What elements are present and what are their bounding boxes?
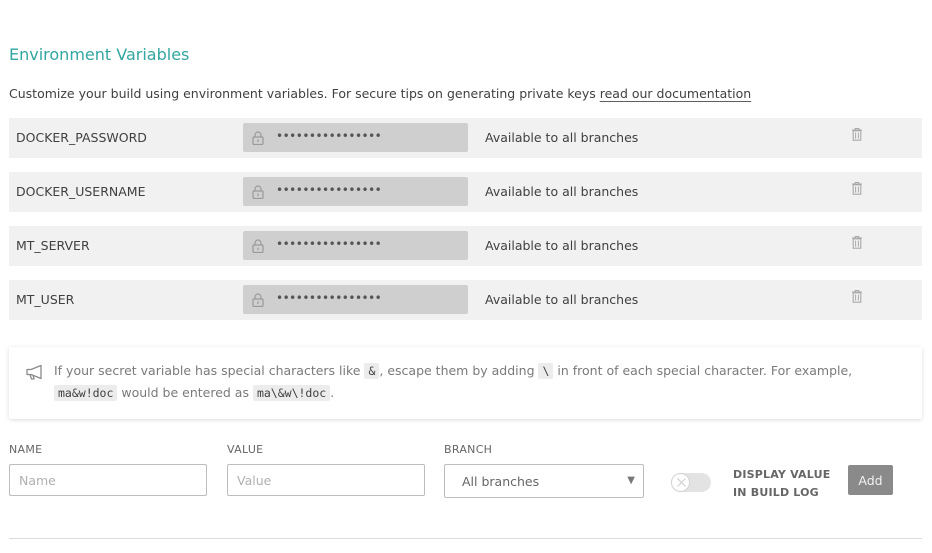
code-escaped-example: ma\&w\!doc	[252, 385, 331, 401]
code-backslash: \	[538, 363, 554, 379]
close-icon	[677, 478, 686, 487]
value-label: VALUE	[227, 443, 264, 456]
env-var-name: DOCKER_USERNAME	[16, 184, 146, 199]
section-title: Environment Variables	[9, 45, 190, 64]
lock-icon	[252, 293, 264, 307]
notice-text-part: would be entered as	[117, 385, 253, 400]
env-var-name: DOCKER_PASSWORD	[16, 130, 147, 145]
code-example: ma&w!doc	[54, 385, 118, 401]
env-var-masked-value: ••••••••••••••••	[243, 177, 468, 206]
trash-icon[interactable]	[851, 235, 863, 249]
dropdown-arrow-icon: ▼	[627, 475, 635, 486]
env-var-masked-value: ••••••••••••••••	[243, 285, 468, 314]
env-var-branch: Available to all branches	[485, 238, 639, 253]
env-var-branch: Available to all branches	[485, 292, 639, 307]
env-var-name: MT_SERVER	[16, 238, 90, 253]
env-var-name: MT_USER	[16, 292, 75, 307]
code-ampersand: &	[364, 363, 380, 379]
env-var-row: DOCKER_PASSWORD •••••••••••••••• Availab…	[9, 118, 922, 158]
notice-text-part: in front of each special character. For …	[553, 363, 853, 378]
trash-icon[interactable]	[851, 289, 863, 303]
name-input[interactable]	[9, 464, 207, 496]
masked-dots: ••••••••••••••••	[276, 237, 382, 251]
branch-select-value: All branches	[462, 474, 540, 489]
env-var-row: MT_SERVER •••••••••••••••• Available to …	[9, 226, 922, 266]
trash-icon[interactable]	[851, 181, 863, 195]
notice-text: If your secret variable has special char…	[54, 360, 909, 404]
megaphone-icon	[26, 364, 42, 380]
add-button[interactable]: Add	[848, 465, 893, 495]
masked-dots: ••••••••••••••••	[276, 291, 382, 305]
trash-icon[interactable]	[851, 127, 863, 141]
display-value-label: DISPLAY VALUE IN BUILD LOG	[733, 466, 833, 502]
notice-text-part: If your secret variable has special char…	[54, 363, 365, 378]
display-value-label-line1: DISPLAY VALUE	[733, 468, 831, 481]
env-var-branch: Available to all branches	[485, 130, 639, 145]
branch-select[interactable]: All branches ▼	[444, 464, 644, 498]
lock-icon	[252, 131, 264, 145]
lock-icon	[252, 185, 264, 199]
masked-dots: ••••••••••••••••	[276, 129, 382, 143]
env-var-masked-value: ••••••••••••••••	[243, 123, 468, 152]
name-label: NAME	[9, 443, 43, 456]
escape-characters-notice: If your secret variable has special char…	[9, 347, 922, 419]
env-var-masked-value: ••••••••••••••••	[243, 231, 468, 260]
section-divider	[9, 538, 922, 539]
notice-text-part: , escape them by adding	[379, 363, 539, 378]
toggle-knob	[671, 473, 690, 492]
masked-dots: ••••••••••••••••	[276, 183, 382, 197]
description-text: Customize your build using environment v…	[9, 86, 600, 101]
lock-icon	[252, 239, 264, 253]
env-var-row: DOCKER_USERNAME •••••••••••••••• Availab…	[9, 172, 922, 212]
notice-text-part: .	[330, 385, 335, 400]
env-var-row: MT_USER •••••••••••••••• Available to al…	[9, 280, 922, 320]
section-description: Customize your build using environment v…	[9, 86, 751, 101]
display-value-toggle[interactable]	[671, 473, 711, 492]
value-input[interactable]	[227, 464, 425, 496]
display-value-label-line2: IN BUILD LOG	[733, 486, 819, 499]
branch-label: BRANCH	[444, 443, 493, 456]
env-var-branch: Available to all branches	[485, 184, 639, 199]
documentation-link[interactable]: read our documentation	[600, 86, 751, 101]
